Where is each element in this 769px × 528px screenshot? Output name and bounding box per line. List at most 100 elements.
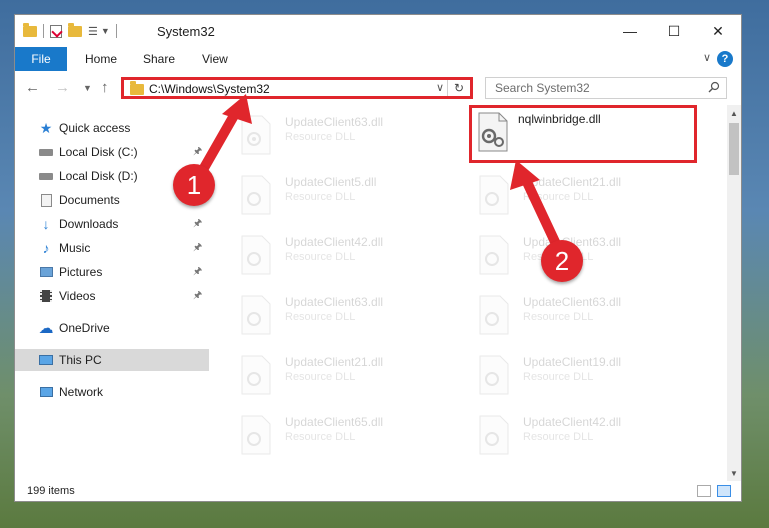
details-view-icon[interactable]	[697, 485, 711, 497]
file-name: UpdateClient21.dll	[523, 175, 622, 189]
pin-icon: 🖈	[193, 241, 203, 253]
file-type: Resource DLL	[285, 311, 356, 323]
list-item[interactable]: UpdateClient65.dll Resource DLL	[233, 409, 463, 461]
file-type: Resource DLL	[523, 371, 594, 383]
sidebar-item-label: Music	[59, 241, 91, 255]
help-button[interactable]: ?	[717, 51, 733, 67]
list-item[interactable]: UpdateClient42.dll Resource DLL	[471, 409, 701, 461]
dll-file-icon	[241, 415, 271, 455]
chevron-down-icon[interactable]: ∨	[436, 81, 444, 94]
close-button[interactable]: ✕	[695, 15, 741, 47]
list-item[interactable]: UpdateClient63.dll Resource DLL	[233, 289, 463, 341]
sidebar-item-local-disk-c[interactable]: Local Disk (C:) 🖈	[15, 141, 209, 163]
maximize-button[interactable]: ☐	[651, 15, 697, 47]
sidebar-item-label: Videos	[59, 289, 96, 303]
properties-icon[interactable]	[50, 24, 63, 38]
folder-icon	[23, 22, 37, 37]
scroll-up-icon[interactable]: ▲	[727, 105, 741, 121]
file-name: UpdateClient19.dll	[523, 355, 622, 369]
sidebar-item-downloads[interactable]: ↓ Downloads 🖈	[15, 213, 209, 235]
new-folder-icon[interactable]	[68, 22, 82, 37]
vertical-scrollbar[interactable]: ▲ ▼	[727, 105, 741, 481]
sidebar-item-this-pc[interactable]: This PC	[15, 349, 209, 371]
documents-icon	[39, 193, 53, 207]
list-item-selected-dll[interactable]: nqlwinbridge.dll	[469, 105, 697, 163]
list-item[interactable]: UpdateClient21.dll Resource DLL	[233, 349, 463, 401]
pin-icon: 🖈	[193, 145, 203, 157]
file-name: UpdateClient42.dll	[285, 235, 384, 249]
sidebar-item-onedrive[interactable]: ☁ OneDrive	[15, 317, 209, 339]
sidebar-item-pictures[interactable]: Pictures 🖈	[15, 261, 209, 283]
customize-view-icon[interactable]: ☰	[88, 25, 98, 38]
list-item[interactable]: UpdateClient63.dll Resource DLL	[471, 289, 701, 341]
tab-share[interactable]: Share	[143, 52, 175, 66]
list-item[interactable]: UpdateClient63.dll Resource DLL	[471, 229, 701, 281]
address-bar[interactable]: C:\Windows\System32 ∨ ↻	[121, 77, 473, 99]
list-item[interactable]: UpdateClient63.dll Resource DLL	[233, 109, 463, 161]
window-title: System32	[157, 24, 215, 39]
search-box[interactable]: Search System32	[485, 77, 727, 99]
navigation-pane: ★ Quick access Local Disk (C:) 🖈 Local D…	[15, 105, 209, 481]
step-badge-2: 2	[541, 240, 583, 282]
tab-view[interactable]: View	[202, 52, 228, 66]
forward-arrow-icon[interactable]: →	[55, 79, 70, 96]
step-badge-1: 1	[173, 164, 215, 206]
sidebar-item-label: Pictures	[59, 265, 103, 279]
star-icon: ★	[39, 119, 53, 136]
refresh-icon[interactable]: ↻	[447, 80, 470, 96]
scroll-down-icon[interactable]: ▼	[727, 465, 741, 481]
file-type: Resource DLL	[285, 251, 356, 263]
expand-ribbon-icon[interactable]: ∨	[703, 51, 711, 64]
network-icon	[39, 385, 53, 399]
recent-locations-icon[interactable]: ▼	[83, 83, 92, 93]
sidebar-item-label: Network	[59, 385, 104, 399]
sidebar-item-label: Documents	[59, 193, 120, 207]
address-path[interactable]: C:\Windows\System32	[149, 82, 270, 96]
sidebar-item-network[interactable]: Network	[15, 381, 209, 403]
up-arrow-icon[interactable]: ↑	[101, 79, 109, 96]
file-explorer-window: ☰ ▼ System32 — ☐ ✕ File Home Share View …	[14, 14, 742, 502]
back-arrow-icon[interactable]: ←	[25, 79, 40, 96]
search-placeholder[interactable]: Search System32	[495, 81, 590, 95]
dll-file-icon	[241, 115, 271, 155]
file-name: UpdateClient21.dll	[285, 355, 384, 369]
list-item[interactable]: UpdateClient19.dll Resource DLL	[471, 349, 701, 401]
dll-file-icon	[241, 175, 271, 215]
sidebar-item-music[interactable]: ♪ Music 🖈	[15, 237, 209, 259]
search-icon[interactable]	[708, 81, 720, 96]
file-type: Resource DLL	[523, 191, 594, 203]
large-icons-view-icon[interactable]	[717, 485, 731, 497]
chevron-down-icon[interactable]: ▼	[101, 26, 110, 36]
download-icon: ↓	[42, 216, 50, 232]
file-type: Resource DLL	[285, 191, 356, 203]
tab-file[interactable]: File	[15, 47, 67, 71]
file-name: UpdateClient63.dll	[285, 115, 384, 129]
quick-access-toolbar: ☰ ▼	[23, 22, 123, 39]
monitor-icon	[39, 353, 53, 367]
list-item[interactable]: UpdateClient5.dll Resource DLL	[233, 169, 463, 221]
folder-icon	[130, 81, 144, 95]
sidebar-item-quick-access[interactable]: ★ Quick access	[15, 117, 209, 139]
navigation-bar: ← → ▼ ↑ C:\Windows\System32 ∨ ↻ Search S…	[15, 71, 741, 105]
dll-file-icon	[479, 415, 509, 455]
scrollbar-thumb[interactable]	[729, 123, 739, 175]
dll-file-icon	[241, 355, 271, 395]
sidebar-item-label: Downloads	[59, 217, 119, 231]
drive-icon	[39, 169, 53, 183]
item-count: 199 items	[27, 485, 75, 497]
dll-file-icon	[479, 235, 509, 275]
list-item[interactable]: UpdateClient42.dll Resource DLL	[233, 229, 463, 281]
dll-file-icon	[479, 295, 509, 335]
tab-home[interactable]: Home	[85, 52, 117, 66]
pin-icon: 🖈	[193, 265, 203, 277]
sidebar-item-label: Local Disk (D:)	[59, 169, 138, 183]
sidebar-item-label: OneDrive	[59, 321, 110, 335]
file-type: Resource DLL	[523, 311, 594, 323]
list-item[interactable]: UpdateClient21.dll Resource DLL	[471, 169, 701, 221]
file-name: UpdateClient65.dll	[285, 415, 384, 429]
dll-file-icon	[241, 235, 271, 275]
divider	[43, 24, 44, 38]
sidebar-item-label: This PC	[59, 353, 102, 367]
minimize-button[interactable]: —	[607, 15, 653, 47]
sidebar-item-videos[interactable]: Videos 🖈	[15, 285, 209, 307]
